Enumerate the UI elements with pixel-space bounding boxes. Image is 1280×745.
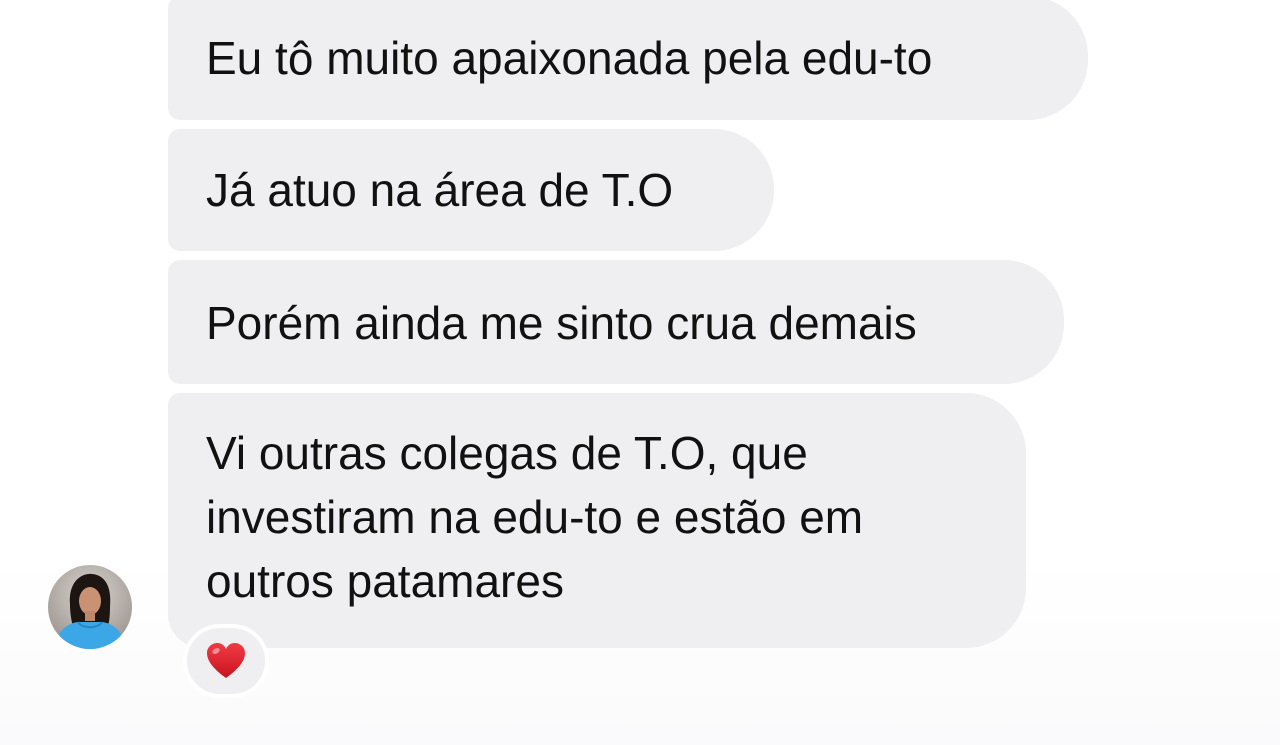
red-heart-icon <box>207 643 245 678</box>
message-bubble[interactable]: Eu tô muito apaixonada pela edu-to <box>168 0 1088 120</box>
message-text: outros patamares <box>206 555 564 607</box>
message-bubble[interactable]: Vi outras colegas de T.O, que investiram… <box>168 393 1026 648</box>
reaction-badge[interactable] <box>183 624 269 698</box>
message-text: Já atuo na área de T.O <box>206 164 674 216</box>
message-text: investiram na edu-to e estão em <box>206 491 864 543</box>
message-bubble[interactable]: Já atuo na área de T.O <box>168 129 774 251</box>
message-thread: Eu tô muito apaixonada pela edu-to Já at… <box>0 0 1280 745</box>
avatar-image <box>48 565 132 649</box>
message-bubble[interactable]: Porém ainda me sinto crua demais <box>168 260 1064 384</box>
message-text: Vi outras colegas de T.O, que <box>206 427 808 479</box>
message-text: Porém ainda me sinto crua demais <box>206 297 917 349</box>
message-text: Eu tô muito apaixonada pela edu-to <box>206 32 933 84</box>
avatar[interactable] <box>48 565 132 649</box>
